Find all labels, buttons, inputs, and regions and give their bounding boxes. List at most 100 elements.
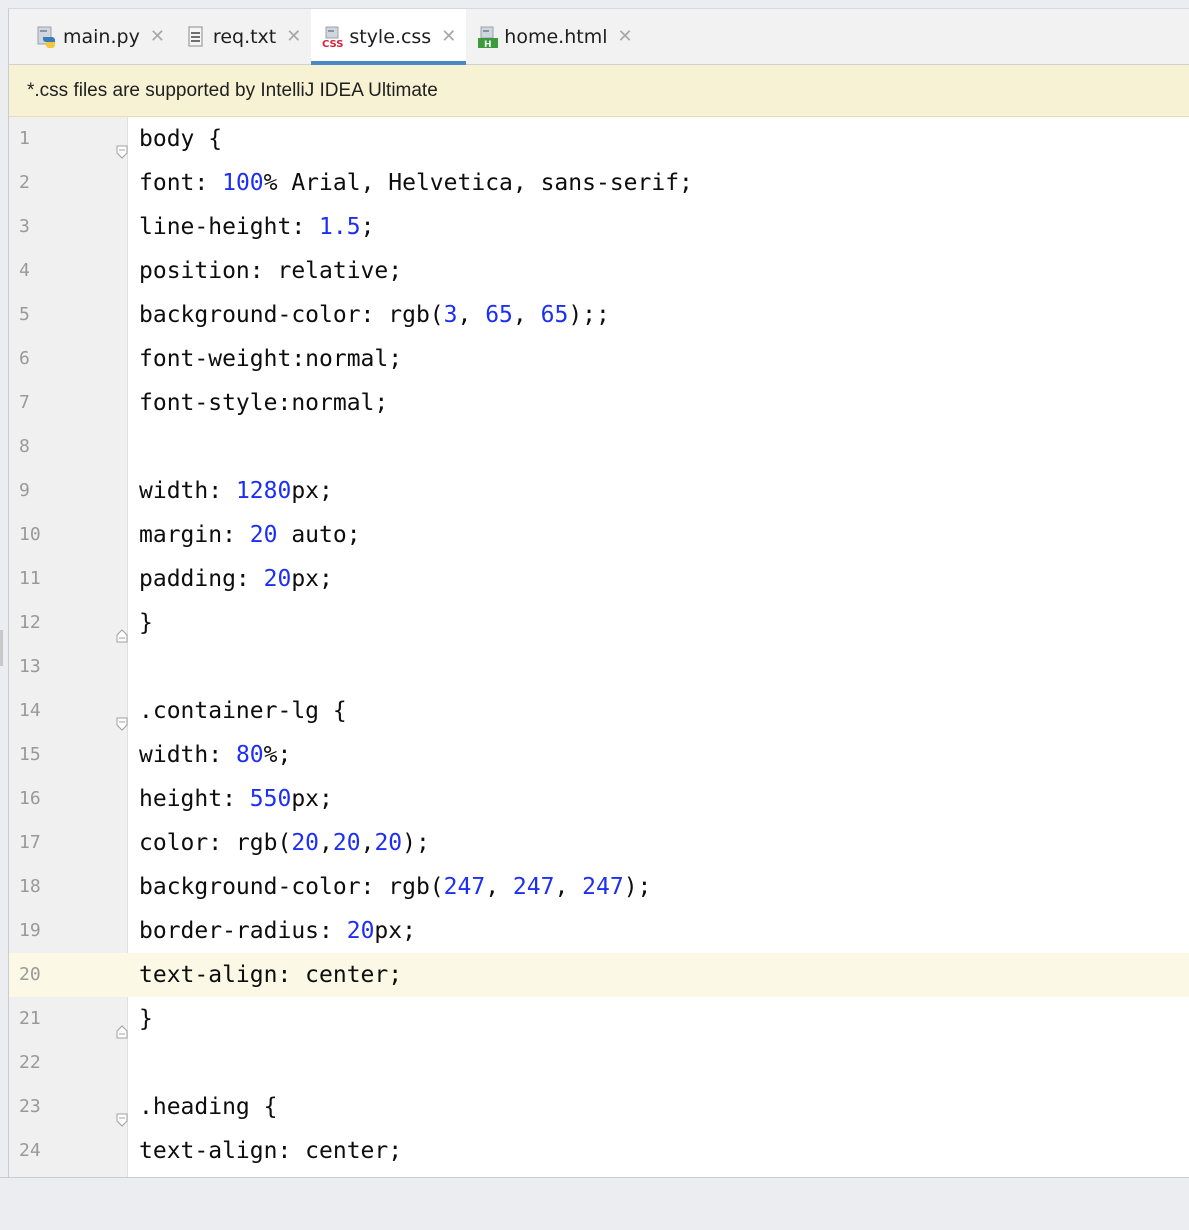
- svg-text:H: H: [484, 40, 492, 48]
- line-number: 12: [19, 612, 41, 633]
- code-text: text-align: center;: [139, 1138, 403, 1164]
- scroll-marker: [0, 630, 3, 666]
- code-line[interactable]: 3 line-height: 1.5;: [9, 205, 1189, 249]
- code-text: .heading {: [139, 1094, 278, 1120]
- line-number: 23: [19, 1096, 41, 1117]
- code-text: background-color: rgb(3, 65, 65);;: [139, 302, 610, 328]
- code-text: }: [139, 1006, 153, 1032]
- plugin-support-banner: *.css files are supported by IntelliJ ID…: [9, 65, 1189, 117]
- close-icon[interactable]: ✕: [286, 26, 301, 47]
- line-number: 7: [19, 392, 30, 413]
- line-number: 18: [19, 876, 41, 897]
- code-line[interactable]: 15 width: 80%;: [9, 733, 1189, 777]
- code-line[interactable]: 18 background-color: rgb(247, 247, 247);: [9, 865, 1189, 909]
- tab-label: req.txt: [212, 25, 277, 48]
- code-text: height: 550px;: [139, 786, 333, 812]
- code-text: margin: 20 auto;: [139, 522, 361, 548]
- code-line[interactable]: 12}: [9, 601, 1189, 645]
- code-line[interactable]: 17 color: rgb(20,20,20);: [9, 821, 1189, 865]
- tab-req-txt[interactable]: req.txt ✕: [175, 9, 311, 64]
- code-line[interactable]: 13: [9, 645, 1189, 689]
- line-number: 22: [19, 1052, 41, 1073]
- code-line[interactable]: 23 .heading {: [9, 1085, 1189, 1129]
- code-line[interactable]: 22: [9, 1041, 1189, 1085]
- line-number: 19: [19, 920, 41, 941]
- fold-end-icon[interactable]: [116, 1012, 128, 1039]
- code-text: position: relative;: [139, 258, 403, 284]
- code-line[interactable]: 21}: [9, 997, 1189, 1041]
- tab-label: main.py: [63, 25, 140, 48]
- code-text: text-align: center;: [139, 962, 403, 988]
- code-line[interactable]: 8: [9, 425, 1189, 469]
- line-number: 24: [19, 1140, 41, 1161]
- line-number: 14: [19, 700, 41, 721]
- bottom-panel-area: [0, 1177, 1189, 1230]
- code-text: color: rgb(20,20,20);: [139, 830, 430, 856]
- editor-tab-bar: main.py ✕ req.txt ✕ CSS style.css ✕ Hhome.html ✕: [9, 9, 1189, 65]
- code-text: body {: [139, 126, 223, 152]
- code-line[interactable]: 9 width: 1280px;: [9, 469, 1189, 513]
- code-line[interactable]: 7 font-style:normal;: [9, 381, 1189, 425]
- line-number: 9: [19, 480, 30, 501]
- fold-end-icon[interactable]: [116, 616, 128, 643]
- fold-collapse-icon[interactable]: [116, 1100, 128, 1127]
- line-number: 13: [19, 656, 41, 677]
- css-file-icon: CSS: [321, 26, 344, 50]
- line-number: 8: [19, 436, 30, 457]
- code-line[interactable]: 14 .container-lg {: [9, 689, 1189, 733]
- close-icon[interactable]: ✕: [150, 26, 165, 47]
- code-text: border-radius: 20px;: [139, 918, 416, 944]
- line-number: 11: [19, 568, 41, 589]
- code-text: background-color: rgb(247, 247, 247);: [139, 874, 652, 900]
- code-line[interactable]: 20 text-align: center;: [9, 953, 1189, 997]
- line-number: 6: [19, 348, 30, 369]
- tab-label: style.css: [349, 25, 432, 48]
- svg-text:CSS: CSS: [322, 39, 343, 48]
- code-text: .container-lg {: [139, 698, 347, 724]
- code-editor[interactable]: 1 body { 2 font: 100% Arial, Helvetica, san…: [9, 117, 1189, 1177]
- code-text: }: [139, 610, 153, 636]
- tab-home-html[interactable]: Hhome.html ✕: [466, 9, 642, 64]
- fold-collapse-icon[interactable]: [116, 132, 128, 159]
- close-icon[interactable]: ✕: [617, 26, 632, 47]
- code-line[interactable]: 1 body {: [9, 117, 1189, 161]
- line-number: 17: [19, 832, 41, 853]
- line-number: 4: [19, 260, 30, 281]
- line-number: 10: [19, 524, 41, 545]
- text-file-icon: [185, 26, 207, 48]
- code-text: font: 100% Arial, Helvetica, sans-serif;: [139, 170, 693, 196]
- banner-text: *.css files are supported by IntelliJ ID…: [27, 79, 438, 101]
- code-line[interactable]: 19 border-radius: 20px;: [9, 909, 1189, 953]
- line-number: 5: [19, 304, 30, 325]
- close-icon[interactable]: ✕: [441, 26, 456, 47]
- code-text: line-height: 1.5;: [139, 214, 375, 240]
- code-text: width: 1280px;: [139, 478, 333, 504]
- html-file-icon: H: [476, 26, 499, 50]
- line-number: 16: [19, 788, 41, 809]
- code-line[interactable]: 6 font-weight:normal;: [9, 337, 1189, 381]
- line-number: 3: [19, 216, 30, 237]
- code-line[interactable]: 2 font: 100% Arial, Helvetica, sans-serif…: [9, 161, 1189, 205]
- code-line[interactable]: 10 margin: 20 auto;: [9, 513, 1189, 557]
- code-line[interactable]: 4 position: relative;: [9, 249, 1189, 293]
- fold-collapse-icon[interactable]: [116, 704, 128, 731]
- code-text: font-style:normal;: [139, 390, 389, 416]
- code-text: font-weight:normal;: [139, 346, 403, 372]
- code-text: width: 80%;: [139, 742, 292, 768]
- code-line[interactable]: 5 background-color: rgb(3, 65, 65);;: [9, 293, 1189, 337]
- line-number: 1: [19, 128, 30, 149]
- line-number: 21: [19, 1008, 41, 1029]
- python-file-icon: [35, 26, 57, 48]
- line-number: 20: [9, 953, 59, 997]
- editor-window: main.py ✕ req.txt ✕ CSS style.css ✕ Hhome.html ✕…: [8, 8, 1189, 1177]
- code-lines: 1 body { 2 font: 100% Arial, Helvetica, san…: [9, 117, 1189, 1173]
- line-number: 15: [19, 744, 41, 765]
- code-text: padding: 20px;: [139, 566, 333, 592]
- line-number: 2: [19, 172, 30, 193]
- code-line[interactable]: 16 height: 550px;: [9, 777, 1189, 821]
- tab-main-py[interactable]: main.py ✕: [25, 9, 175, 64]
- code-line[interactable]: 24 text-align: center;: [9, 1129, 1189, 1173]
- tab-style-css[interactable]: CSS style.css ✕: [311, 9, 467, 65]
- tab-label: home.html: [504, 25, 608, 48]
- code-line[interactable]: 11 padding: 20px;: [9, 557, 1189, 601]
